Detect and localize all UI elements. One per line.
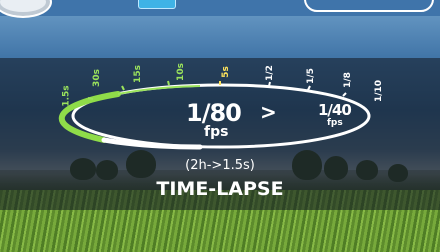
- mode-label: TIME-LAPSE: [156, 178, 284, 200]
- current-speed-unit: fps: [204, 124, 229, 140]
- dial-tick: [342, 92, 347, 97]
- tick-label: 1/10: [374, 79, 385, 103]
- tick-label: 30s: [91, 69, 102, 87]
- dial-tick: [268, 81, 271, 87]
- next-arrow-icon[interactable]: >: [260, 100, 277, 124]
- dial-tick: [87, 97, 94, 100]
- next-speed-unit: fps: [327, 118, 343, 128]
- next-speed-value: 1/40: [318, 101, 352, 119]
- tick-label: 1/5: [305, 68, 316, 84]
- tick-label: 10s: [175, 63, 186, 81]
- duration-text: (2h->1.5s): [185, 158, 255, 173]
- current-speed-value: 1/80: [186, 99, 242, 127]
- tick-label: 5s: [220, 66, 231, 78]
- dial-tick: [121, 85, 125, 91]
- dial-tick: [167, 80, 170, 86]
- tick-label: 1/2: [264, 65, 275, 81]
- tick-label: 1.5s: [61, 85, 72, 107]
- dial-tick: [307, 85, 311, 91]
- tick-label: 15s: [132, 65, 143, 83]
- dial-front-edge: [101, 137, 203, 150]
- tick-label: 1/8: [342, 72, 353, 88]
